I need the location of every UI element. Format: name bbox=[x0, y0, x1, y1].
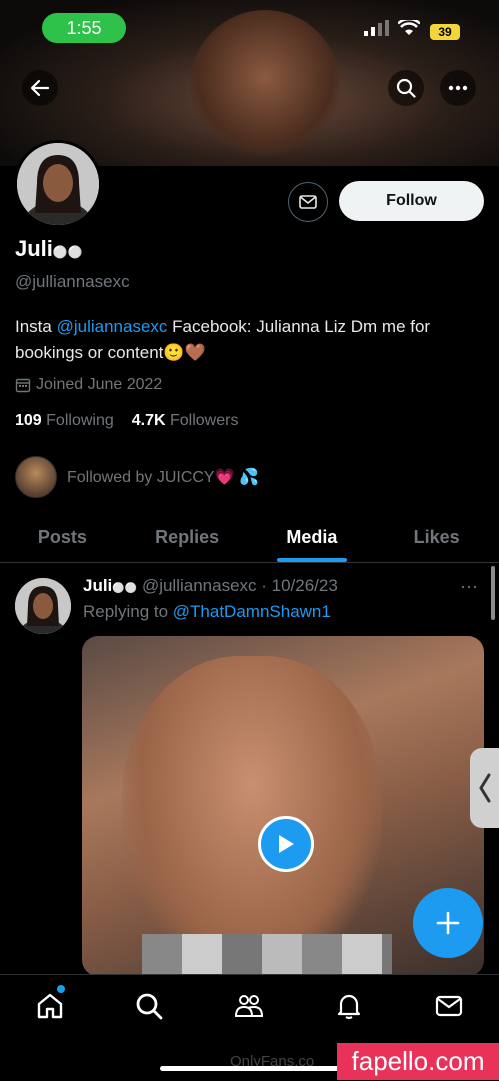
replying-to: Replying to @ThatDamnShawn1 bbox=[83, 602, 331, 622]
profile-name: Juli⚪⚪ bbox=[15, 236, 83, 262]
more-icon bbox=[448, 85, 468, 91]
home-notification-dot bbox=[57, 985, 65, 993]
mail-icon bbox=[299, 195, 317, 209]
mail-nav-icon[interactable] bbox=[434, 991, 464, 1021]
side-panel-handle[interactable] bbox=[470, 748, 499, 828]
tweet-more-button[interactable]: ··· bbox=[460, 576, 478, 597]
name-emoji: ⚪⚪ bbox=[52, 245, 83, 259]
search-button[interactable] bbox=[388, 70, 424, 106]
tab-likes[interactable]: Likes bbox=[374, 512, 499, 562]
message-button[interactable] bbox=[288, 182, 328, 222]
following-label: Following bbox=[46, 412, 114, 429]
display-name: Juli bbox=[15, 236, 53, 261]
back-arrow-icon bbox=[30, 79, 50, 97]
signal-icon bbox=[364, 20, 390, 39]
profile-tabs: Posts Replies Media Likes bbox=[0, 512, 499, 563]
back-button[interactable] bbox=[22, 70, 58, 106]
search-icon bbox=[396, 78, 416, 98]
tab-posts[interactable]: Posts bbox=[0, 512, 125, 562]
follow-button[interactable]: Follow bbox=[339, 181, 484, 221]
banner-photo bbox=[190, 10, 340, 160]
followers-stat[interactable]: 4.7K Followers bbox=[132, 412, 239, 430]
chevron-left-icon bbox=[478, 773, 490, 803]
tweet-avatar[interactable] bbox=[15, 578, 71, 634]
tweet-handle-date: @julliannasexc · 10/26/23 bbox=[141, 576, 338, 595]
followed-by-label: Followed by JUICCY💗 💦 bbox=[67, 469, 259, 486]
play-button[interactable] bbox=[258, 816, 314, 872]
tweet-header: Juli⚪⚪ @julliannasexc · 10/26/23 bbox=[83, 576, 338, 596]
profile-bio: Insta @juliannasexc Facebook: Julianna L… bbox=[15, 314, 485, 366]
follow-stats: 109 Following 4.7K Followers bbox=[15, 412, 238, 430]
people-icon[interactable] bbox=[234, 991, 264, 1021]
replying-prefix: Replying to bbox=[83, 602, 173, 621]
battery-indicator: 39 bbox=[430, 24, 460, 40]
bell-icon[interactable] bbox=[334, 991, 364, 1021]
more-options-button[interactable] bbox=[440, 70, 476, 106]
bio-prefix: Insta bbox=[15, 317, 57, 336]
wifi-icon bbox=[397, 17, 421, 39]
joined-label: Joined June 2022 bbox=[36, 376, 163, 393]
media-content bbox=[122, 656, 382, 976]
followers-count: 4.7K bbox=[131, 412, 166, 429]
home-indicator[interactable] bbox=[160, 1066, 340, 1071]
search-nav-icon[interactable] bbox=[134, 991, 164, 1021]
tab-replies[interactable]: Replies bbox=[125, 512, 250, 562]
followed-by[interactable]: Followed by JUICCY💗 💦 bbox=[15, 456, 259, 498]
tweet-name-emoji: ⚪⚪ bbox=[112, 583, 138, 594]
play-icon bbox=[279, 835, 294, 853]
calendar-icon bbox=[15, 378, 31, 393]
followers-label: Followers bbox=[170, 412, 239, 429]
joined-date: Joined June 2022 bbox=[15, 376, 162, 394]
bio-insta-link[interactable]: @juliannasexc bbox=[57, 317, 168, 336]
compose-button[interactable] bbox=[413, 888, 483, 958]
censor-bar bbox=[142, 934, 392, 976]
profile-avatar[interactable] bbox=[14, 140, 102, 228]
scrollbar-thumb[interactable] bbox=[491, 566, 495, 620]
following-stat[interactable]: 109 Following bbox=[15, 412, 114, 430]
fapello-watermark: fapello.com bbox=[337, 1043, 499, 1080]
tweet-author-name[interactable]: Juli bbox=[83, 576, 112, 595]
tab-media[interactable]: Media bbox=[250, 512, 375, 562]
following-count: 109 bbox=[15, 412, 42, 429]
plus-icon bbox=[436, 911, 460, 935]
home-icon[interactable] bbox=[35, 991, 65, 1021]
follower-avatar bbox=[15, 456, 57, 498]
profile-handle: @julliannasexc bbox=[15, 272, 130, 291]
status-time: 1:55 bbox=[42, 13, 126, 43]
replying-to-link[interactable]: @ThatDamnShawn1 bbox=[173, 602, 331, 621]
